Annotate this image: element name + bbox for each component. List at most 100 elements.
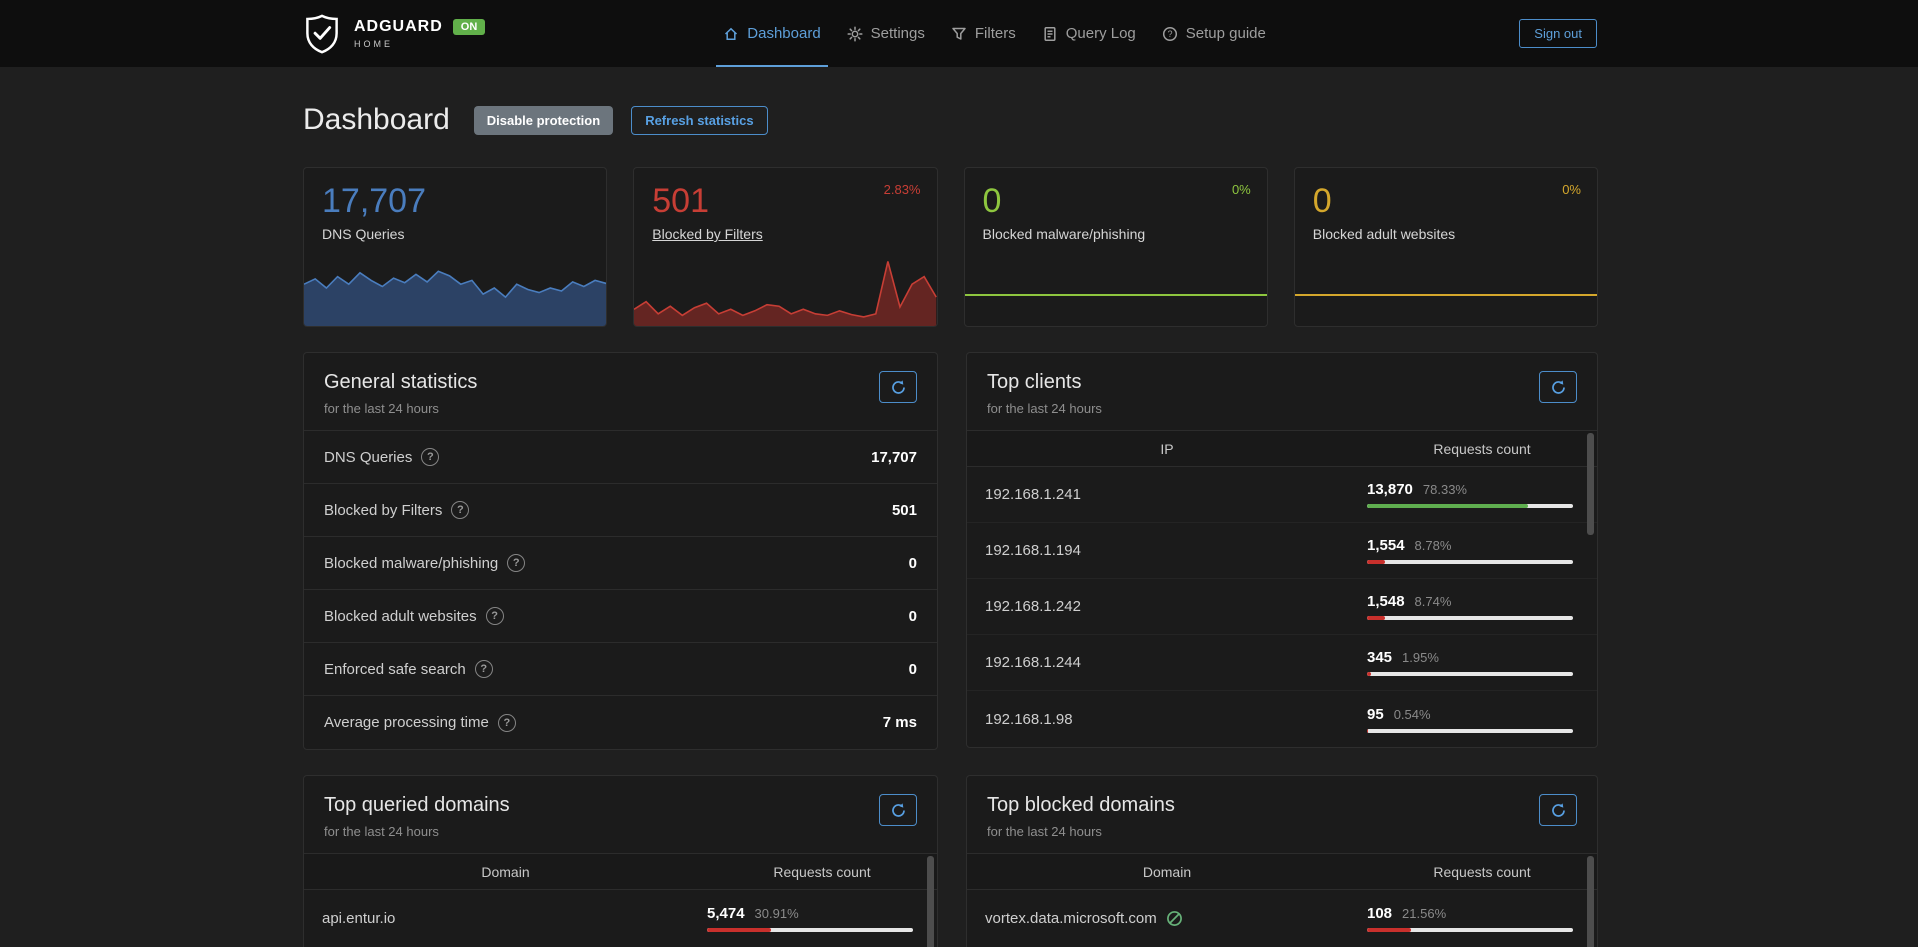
stats-row-value: 0	[909, 608, 917, 625]
scrollbar	[927, 856, 934, 947]
help-icon[interactable]	[498, 714, 516, 732]
top-queried-domains-table: api.entur.io 5,47430.91%	[304, 890, 937, 946]
top-blocked-domains-table: vortex.data.microsoft.com 108 21.56%	[967, 890, 1597, 946]
request-count: 108	[1367, 905, 1392, 922]
refresh-statistics-button[interactable]: Refresh statistics	[631, 106, 767, 135]
middle-cards-row: General statistics for the last 24 hours…	[303, 352, 1598, 750]
card-subtitle: for the last 24 hours	[987, 824, 1175, 839]
nav-label: Setup guide	[1186, 25, 1266, 42]
nav-item-setup-guide[interactable]: ? Setup guide	[1149, 0, 1279, 67]
refresh-card-button[interactable]	[879, 794, 917, 826]
blocked-indicator-icon	[1166, 910, 1183, 927]
nav-item-filters[interactable]: Filters	[938, 0, 1029, 67]
help-icon[interactable]	[475, 660, 493, 678]
request-percent: 78.33%	[1423, 482, 1467, 497]
request-percent: 1.95%	[1402, 650, 1439, 665]
malware-percent-badge: 0%	[1232, 182, 1251, 197]
client-row: 192.168.1.242 1,548 8.74%	[967, 579, 1597, 635]
blocked-percent-badge: 2.83%	[884, 182, 921, 197]
stats-row: Blocked by Filters 501	[304, 484, 937, 537]
stats-row-value: 7 ms	[883, 714, 917, 731]
client-ip-link[interactable]: 192.168.1.242	[985, 598, 1367, 615]
help-icon[interactable]	[486, 607, 504, 625]
disable-protection-button[interactable]: Disable protection	[474, 106, 613, 135]
stat-card-blocked-malware: 0% 0 Blocked malware/phishing	[964, 167, 1268, 327]
stats-row: Enforced safe search 0	[304, 643, 937, 696]
adult-percent-badge: 0%	[1562, 182, 1581, 197]
domain-link[interactable]: vortex.data.microsoft.com	[985, 910, 1157, 927]
client-ip-link[interactable]: 192.168.1.241	[985, 486, 1367, 503]
stats-row: Blocked adult websites 0	[304, 590, 937, 643]
request-count: 1,554	[1367, 537, 1405, 554]
stats-row-value: 0	[909, 555, 917, 572]
nav-item-query-log[interactable]: Query Log	[1029, 0, 1149, 67]
card-header: General statistics for the last 24 hours	[304, 353, 937, 430]
blocked-adult-label: Blocked adult websites	[1313, 226, 1579, 242]
blocked-by-filters-link[interactable]: Blocked by Filters	[652, 226, 918, 242]
client-ip-link[interactable]: 192.168.1.98	[985, 711, 1367, 728]
stat-cards-row: 17,707 DNS Queries 2.83% 501 Blocked by …	[303, 167, 1598, 327]
malware-flat-sparkline	[965, 294, 1267, 296]
sign-out-button[interactable]: Sign out	[1519, 19, 1597, 48]
stat-card-blocked-by-filters: 2.83% 501 Blocked by Filters	[633, 167, 937, 327]
brand-name: ADGUARD	[354, 18, 443, 36]
scrollbar	[1587, 433, 1594, 741]
client-ip-link[interactable]: 192.168.1.194	[985, 542, 1367, 559]
column-header-domain: Domain	[304, 864, 707, 880]
refresh-card-button[interactable]	[1539, 794, 1577, 826]
scrollbar-thumb[interactable]	[1587, 433, 1594, 535]
table-header: IP Requests count	[967, 430, 1597, 467]
stats-row-value: 501	[892, 502, 917, 519]
refresh-icon	[1550, 379, 1567, 396]
nav-label: Dashboard	[747, 25, 820, 42]
blocked-malware-count: 0	[983, 182, 1249, 221]
top-queried-domains-card: Top queried domains for the last 24 hour…	[303, 775, 938, 947]
top-clients-table: 192.168.1.241 13,87078.33% 192.168.1.194…	[967, 467, 1597, 747]
bottom-cards-row: Top queried domains for the last 24 hour…	[303, 775, 1598, 947]
main-nav: Dashboard Settings Filters Query Log	[710, 0, 1279, 67]
dns-queries-sparkline	[304, 250, 606, 326]
client-row: 192.168.1.244 3451.95%	[967, 635, 1597, 691]
client-ip-link[interactable]: 192.168.1.244	[985, 654, 1367, 671]
column-header-requests: Requests count	[1367, 441, 1597, 457]
request-count: 1,548	[1367, 593, 1405, 610]
domain-link[interactable]: api.entur.io	[322, 910, 707, 927]
nav-item-dashboard[interactable]: Dashboard	[710, 0, 833, 67]
refresh-card-button[interactable]	[1539, 371, 1577, 403]
scrollbar-thumb[interactable]	[927, 856, 934, 947]
document-icon	[1042, 26, 1058, 42]
card-title: General statistics	[324, 371, 477, 394]
stat-card-blocked-adult: 0% 0 Blocked adult websites	[1294, 167, 1598, 327]
top-blocked-domains-card: Top blocked domains for the last 24 hour…	[966, 775, 1598, 947]
domain-row: vortex.data.microsoft.com 108 21.56%	[967, 890, 1597, 946]
top-clients-card: Top clients for the last 24 hours IP Req…	[966, 352, 1598, 748]
dns-queries-count: 17,707	[322, 182, 588, 221]
scrollbar-thumb[interactable]	[1587, 856, 1594, 947]
stats-row-value: 0	[909, 661, 917, 678]
progress-bar	[1367, 672, 1573, 676]
request-count: 5,474	[707, 905, 745, 922]
progress-bar	[1367, 560, 1573, 564]
card-title: Top clients	[987, 371, 1102, 394]
request-percent: 21.56%	[1402, 906, 1446, 921]
stats-row-label: DNS Queries	[324, 449, 412, 466]
card-subtitle: for the last 24 hours	[324, 824, 510, 839]
stats-row-label: Blocked malware/phishing	[324, 555, 498, 572]
protection-status-badge: ON	[453, 19, 486, 35]
help-icon[interactable]	[421, 448, 439, 466]
filter-icon	[951, 26, 967, 42]
card-title: Top queried domains	[324, 794, 510, 817]
card-subtitle: for the last 24 hours	[987, 401, 1102, 416]
nav-item-settings[interactable]: Settings	[834, 0, 938, 67]
help-icon[interactable]	[451, 501, 469, 519]
client-row: 192.168.1.98 950.54%	[967, 691, 1597, 747]
adguard-home-logo[interactable]: ADGUARD ON HOME	[303, 14, 485, 54]
adult-flat-sparkline	[1295, 294, 1597, 296]
column-header-requests: Requests count	[1367, 864, 1597, 880]
help-icon[interactable]	[507, 554, 525, 572]
request-percent: 8.74%	[1415, 594, 1452, 609]
client-row: 192.168.1.194 1,5548.78%	[967, 523, 1597, 579]
refresh-card-button[interactable]	[879, 371, 917, 403]
stats-row-label: Blocked by Filters	[324, 502, 442, 519]
card-title: Top blocked domains	[987, 794, 1175, 817]
